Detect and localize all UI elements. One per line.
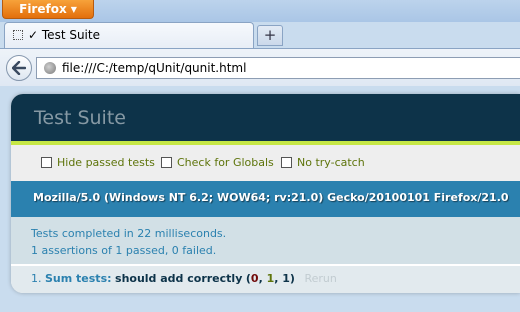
counts-close: )	[289, 272, 295, 285]
check-globals-label: Check for Globals	[177, 156, 274, 169]
url-text[interactable]: file:///C:/temp/qUnit/qunit.html	[62, 61, 246, 75]
page-viewport: Test Suite Hide passed tests Check for G…	[0, 86, 520, 312]
rerun-link[interactable]: Rerun	[304, 272, 336, 285]
test-results-summary: Tests completed in 22 milliseconds. 1 as…	[11, 217, 520, 264]
back-arrow-icon	[12, 61, 26, 75]
no-try-catch-checkbox[interactable]	[281, 157, 292, 168]
test-list: 1. Sum tests: should add correctly (0, 1…	[11, 266, 520, 293]
user-agent-text: Mozilla/5.0 (Windows NT 6.2; WOW64; rv:2…	[33, 191, 509, 204]
test-module-name[interactable]: Sum tests:	[45, 272, 112, 285]
back-button[interactable]	[6, 55, 32, 81]
qunit-toolbar: Hide passed tests Check for Globals No t…	[11, 145, 520, 181]
test-name[interactable]: should add correctly	[115, 272, 242, 285]
tab-test-suite[interactable]: ✓ Test Suite	[4, 22, 254, 48]
new-tab-button[interactable]: +	[257, 25, 283, 46]
hide-passed-checkbox[interactable]	[41, 157, 52, 168]
qunit-container: Test Suite Hide passed tests Check for G…	[11, 94, 520, 293]
results-assertions: 1 assertions of 1 passed, 0 failed.	[31, 244, 217, 257]
qunit-header: Test Suite	[11, 94, 520, 141]
plus-icon: +	[263, 26, 277, 44]
firefox-menu-label: Firefox	[19, 2, 67, 16]
tab-title: Test Suite	[41, 28, 100, 42]
tab-check-mark: ✓	[28, 28, 39, 42]
list-item[interactable]: 1. Sum tests: should add correctly (0, 1…	[31, 272, 337, 285]
failed-count: 0	[250, 272, 259, 285]
favicon-placeholder-icon	[13, 30, 23, 40]
no-try-catch-option[interactable]: No try-catch	[281, 156, 365, 169]
chevron-down-icon: ▼	[70, 5, 77, 14]
hide-passed-label: Hide passed tests	[57, 156, 155, 169]
hide-passed-option[interactable]: Hide passed tests	[41, 156, 155, 169]
address-bar[interactable]: file:///C:/temp/qUnit/qunit.html	[36, 57, 520, 79]
page-title[interactable]: Test Suite	[34, 107, 126, 129]
check-globals-option[interactable]: Check for Globals	[161, 156, 274, 169]
total-count: 1	[282, 272, 290, 285]
results-time: Tests completed in 22 milliseconds.	[31, 227, 227, 240]
firefox-menu-button[interactable]: Firefox ▼	[2, 0, 94, 19]
no-try-catch-label: No try-catch	[297, 156, 365, 169]
test-number: 1.	[31, 272, 42, 285]
counts-sep-1: ,	[258, 272, 267, 285]
user-agent-banner: Mozilla/5.0 (Windows NT 6.2; WOW64; rv:2…	[11, 181, 520, 217]
check-globals-checkbox[interactable]	[161, 157, 172, 168]
globe-icon	[44, 62, 56, 74]
